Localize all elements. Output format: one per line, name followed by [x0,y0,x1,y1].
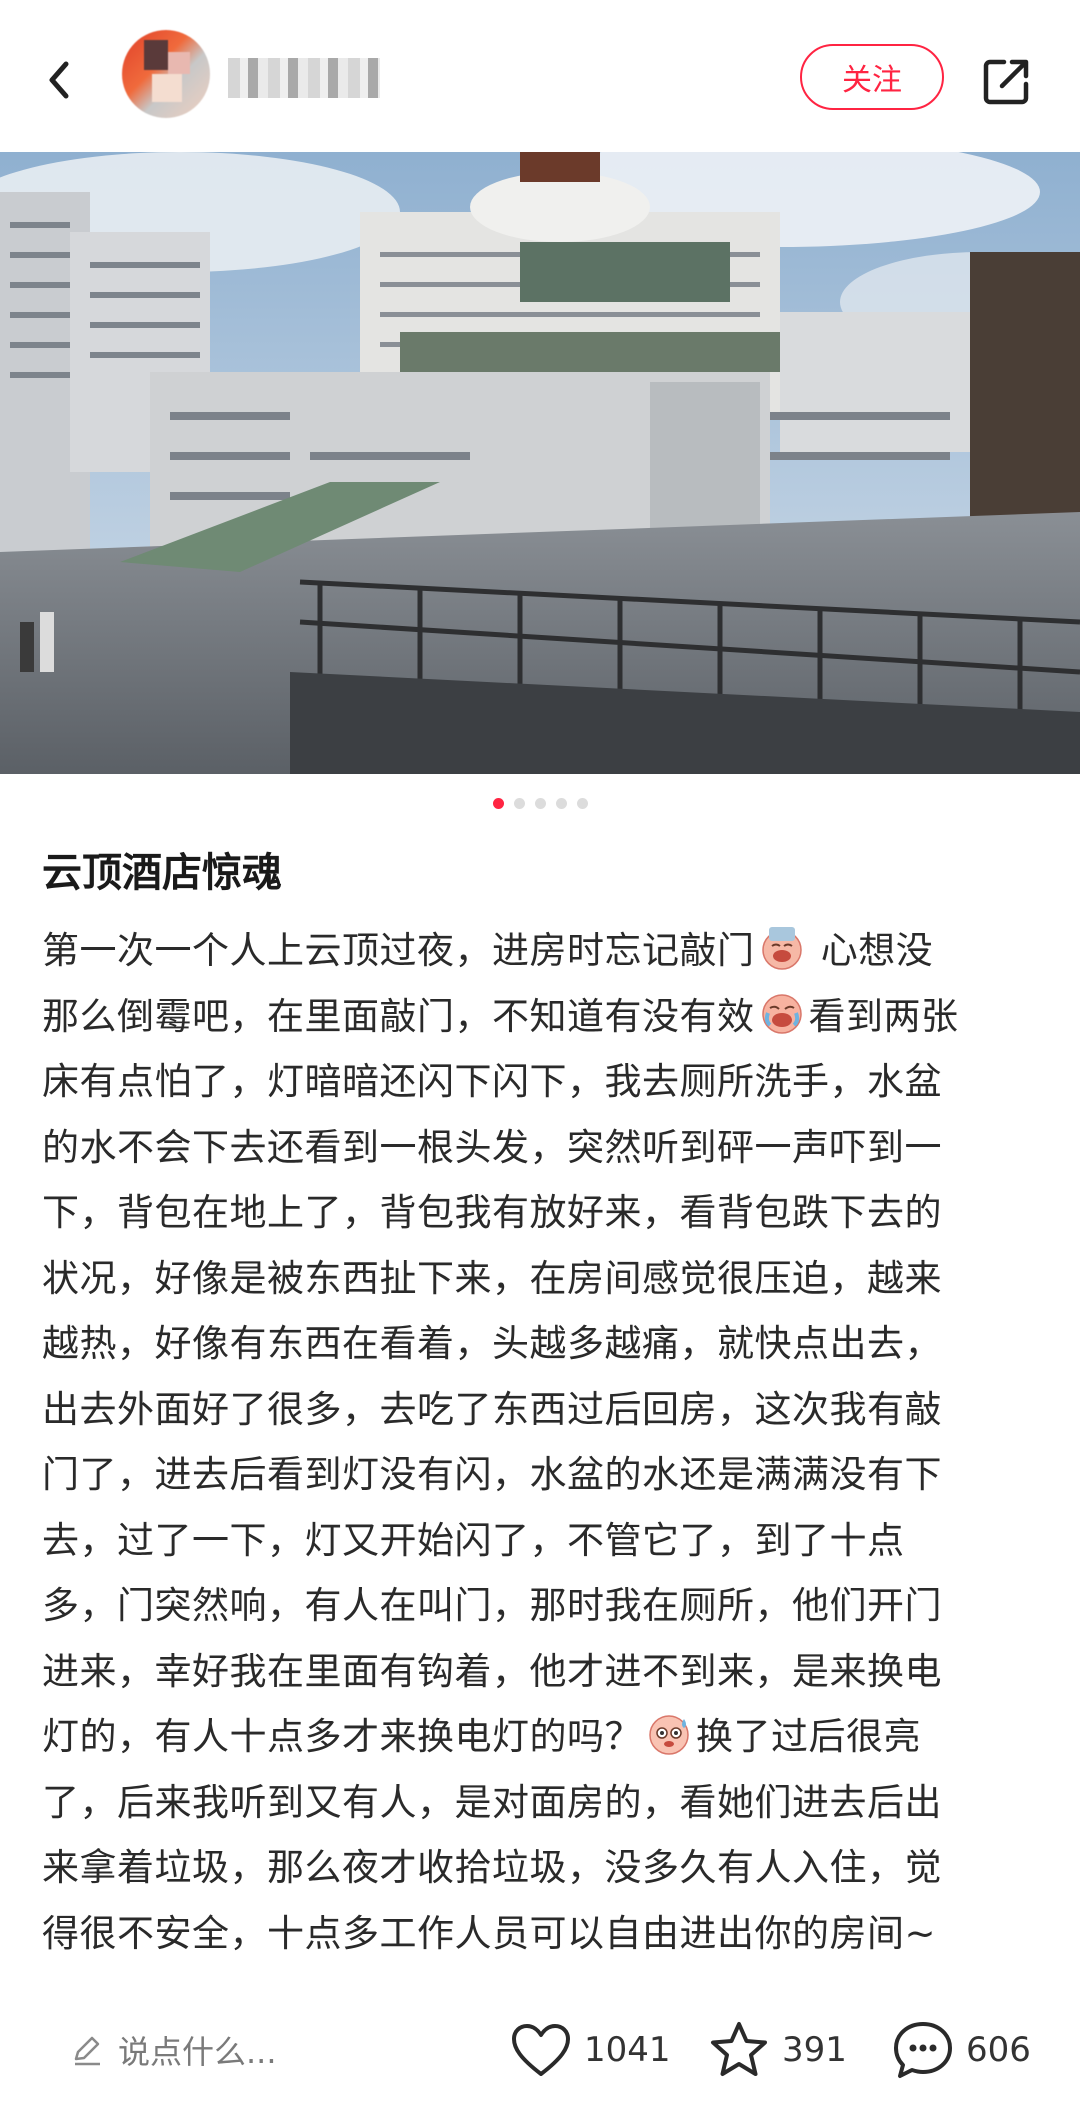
content-text: 灯的，有人十点多才来换电灯的吗？ [42,1715,642,1758]
content-line: 的水不会下去还看到一根头发，突然听到砰一声吓到一 [42,1115,1042,1181]
pencil-icon [74,2036,100,2066]
content-line: 了，后来我听到又有人，是对面房的，看她们进去后出 [42,1770,1042,1836]
emoji-cry-cold-icon [759,925,805,971]
content-text: 状况，好像是被东西扯下来，在房间感觉很压迫，越来 [42,1256,942,1300]
post-title: 云顶酒店惊魂 [42,850,282,896]
heart-icon [512,2024,570,2076]
star-icon [711,2022,767,2076]
post-content: 第一次一个人上云顶过夜，进房时忘记敲门 心想没 那么倒霉吧，在里面敲门，不知道有没… [42,918,1042,1966]
content-text: 心想没 [808,929,934,972]
content-line: 第一次一个人上云顶过夜，进房时忘记敲门 心想没 [42,918,1042,984]
content-text: 越热，好像有东西在看着，头越多越痛，就快点出去， [42,1322,942,1365]
content-line: 进来，幸好我在里面有钩着，他才进不到来，是来换电 [42,1639,1042,1705]
comment-bubble-icon [894,2022,952,2078]
carousel-dot[interactable] [555,798,567,809]
author-avatar[interactable] [122,30,210,118]
content-line: 来拿着垃圾，那么夜才收拾垃圾，没多久有人入住，觉 [42,1835,1042,1901]
carousel-dot[interactable] [576,798,588,809]
content-line: 出去外面好了很多，去吃了东西过后回房，这次我有敲 [42,1377,1042,1443]
content-line: 多，门突然响，有人在叫门，那时我在厕所，他们开门 [42,1573,1042,1639]
carousel-indicator[interactable] [0,798,1080,812]
post-photo[interactable] [0,152,1080,774]
content-line: 越热，好像有东西在看着，头越多越痛，就快点出去， [42,1311,1042,1377]
content-text: 门了，进去后看到灯没有闪，水盆的水还是满满没有下 [42,1453,942,1496]
content-text: 进来，幸好我在里面有钩着，他才进不到来，是来换电 [42,1649,942,1693]
like-button[interactable]: 1041 [510,2018,671,2082]
content-line: 床有点怕了，灯暗暗还闪下闪下，我去厕所洗手，水盆 [42,1049,1042,1115]
carousel-dot-active[interactable] [492,798,504,809]
content-text: 得很不安全，十点多工作人员可以自由进出你的房间~ [42,1911,937,1955]
comment-input[interactable]: 说点什么... [70,2022,277,2078]
comment-placeholder: 说点什么... [118,2033,277,2071]
content-text: 第一次一个人上云顶过夜，进房时忘记敲门 [42,929,755,972]
content-text: 的水不会下去还看到一根头发，突然听到砰一声吓到一 [42,1125,942,1169]
content-text: 去，过了一下，灯又开始闪了，不管它了，到了十点 [42,1518,905,1562]
content-line: 状况，好像是被东西扯下来，在房间感觉很压迫，越来 [42,1246,1042,1312]
content-line: 得很不安全，十点多工作人员可以自由进出你的房间~ [42,1901,1042,1967]
content-text: 床有点怕了，灯暗暗还闪下闪下，我去厕所洗手，水盆 [42,1060,942,1103]
author-name[interactable] [228,58,380,98]
emoji-sweat-icon [646,1711,692,1757]
collect-count: 391 [782,2030,847,2070]
post-header: 关注 [0,0,1080,152]
comment-button[interactable]: 606 [892,2018,1031,2082]
content-line: 去，过了一下，灯又开始闪了，不管它了，到了十点 [42,1508,1042,1574]
comment-count: 606 [966,2030,1031,2070]
content-text: 换了过后很亮 [696,1715,921,1758]
content-text: 出去外面好了很多，去吃了东西过后回房，这次我有敲 [42,1387,942,1431]
content-line: 门了，进去后看到灯没有闪，水盆的水还是满满没有下 [42,1442,1042,1508]
content-text: 来拿着垃圾，那么夜才收拾垃圾，没多久有人入住，觉 [42,1846,942,1889]
content-line: 灯的，有人十点多才来换电灯的吗？ 换了过后很亮 [42,1704,1042,1770]
hotel-photo-image [0,152,1080,774]
content-line: 下，背包在地上了，背包我有放好来，看背包跌下去的 [42,1180,1042,1246]
carousel-dot[interactable] [534,798,546,809]
emoji-cry-loud-icon [759,991,805,1037]
content-text: 下，背包在地上了，背包我有放好来，看背包跌下去的 [42,1191,942,1234]
share-icon[interactable] [982,56,1032,106]
like-count: 1041 [584,2030,671,2070]
content-text: 看到两张 [808,994,959,1038]
follow-button[interactable]: 关注 [800,44,944,110]
content-line: 那么倒霉吧，在里面敲门，不知道有没有效 看到两张 [42,984,1042,1050]
collect-button[interactable]: 391 [708,2018,847,2082]
content-text: 了，后来我听到又有人，是对面房的，看她们进去后出 [42,1780,942,1824]
content-text: 多，门突然响，有人在叫门，那时我在厕所，他们开门 [42,1584,942,1627]
carousel-dot[interactable] [513,798,525,809]
back-icon[interactable] [40,52,80,108]
content-text: 那么倒霉吧，在里面敲门，不知道有没有效 [42,994,755,1038]
